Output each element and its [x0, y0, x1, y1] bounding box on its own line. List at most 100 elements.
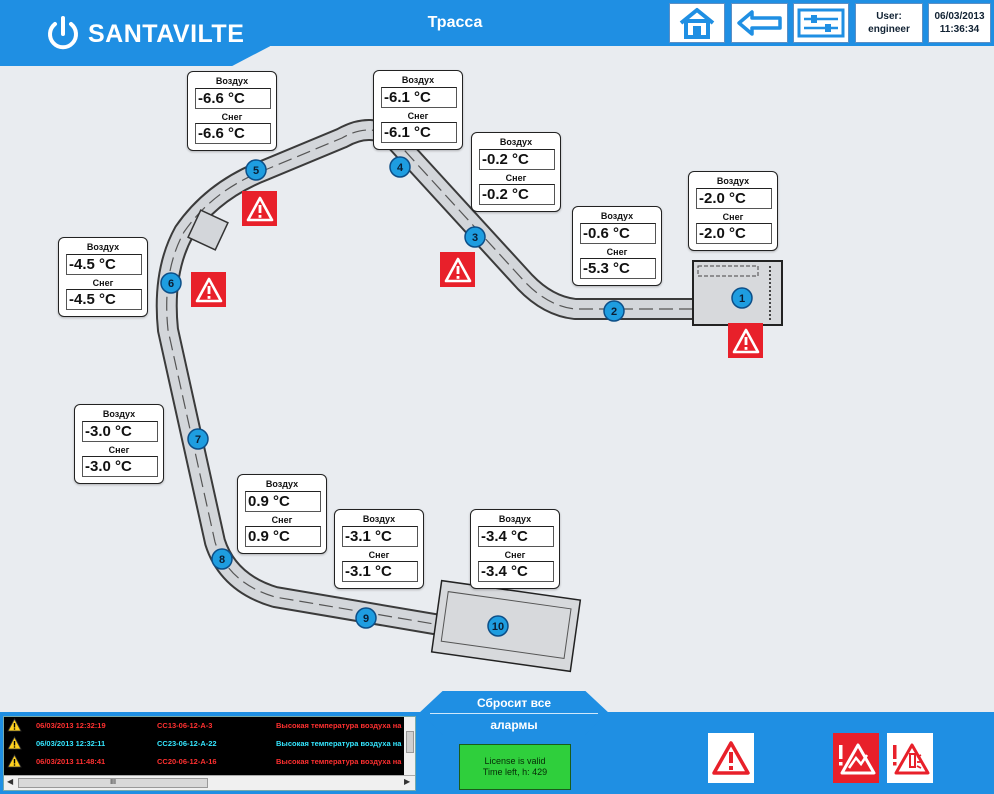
air-temp: -0.6 °C [580, 223, 656, 244]
heater-fault-button[interactable] [887, 733, 933, 783]
air-temp: -3.0 °C [82, 421, 158, 442]
snow-label: Снег [505, 173, 527, 183]
snow-temp: -6.6 °C [195, 123, 271, 144]
air-label: Воздух [362, 514, 396, 524]
sensor-card-8[interactable]: Воздух 0.9 °C Снег 0.9 °C [237, 474, 327, 554]
warning-triangle-icon [712, 741, 750, 775]
snow-temp: -3.4 °C [478, 561, 554, 582]
sensor-card-1[interactable]: Воздух -2.0 °C Снег -2.0 °C [688, 171, 778, 251]
alarms-button[interactable] [708, 733, 754, 783]
node-8[interactable]: 8 [211, 548, 233, 570]
settings-button[interactable] [793, 3, 849, 43]
snow-temp: 0.9 °C [245, 526, 321, 547]
air-temp: -3.4 °C [478, 526, 554, 547]
horizontal-scroll-thumb[interactable]: III [18, 778, 208, 788]
node-10[interactable]: 10 [487, 615, 509, 637]
node-1[interactable]: 1 [731, 287, 753, 309]
svg-text:10: 10 [492, 621, 504, 633]
snow-temp: -2.0 °C [696, 223, 772, 244]
air-temp: -6.1 °C [381, 87, 457, 108]
alarm-node-3[interactable] [440, 252, 475, 287]
log-tag: CC20-06-12-A-16 [157, 757, 217, 766]
sensor-card-5[interactable]: Воздух -6.6 °C Снег -6.6 °C [187, 71, 277, 151]
reset-divider [430, 713, 598, 714]
vertical-scroll-thumb[interactable] [406, 731, 414, 753]
node-5[interactable]: 5 [245, 159, 267, 181]
license-status: License is valid Time left, h: 429 [459, 744, 571, 790]
current-time: 11:36:34 [939, 24, 980, 35]
snow-label: Снег [407, 111, 429, 121]
log-message: Высокая температура воздуха на [276, 757, 402, 766]
alarm-node-6[interactable] [191, 272, 226, 307]
log-vertical-scrollbar[interactable] [404, 717, 415, 775]
node-3[interactable]: 3 [464, 226, 486, 248]
sensor-card-10[interactable]: Воздух -3.4 °C Снег -3.4 °C [470, 509, 560, 589]
node-7[interactable]: 7 [187, 428, 209, 450]
warning-triangle-icon [732, 328, 759, 353]
sensor-card-9[interactable]: Воздух -3.1 °C Снег -3.1 °C [334, 509, 424, 589]
warning-triangle-icon [7, 754, 22, 768]
node-2[interactable]: 2 [603, 300, 625, 322]
air-label: Воздух [86, 242, 120, 252]
alarm-node-5[interactable] [242, 191, 277, 226]
sensor-card-2[interactable]: Воздух -0.6 °C Снег -5.3 °C [572, 206, 662, 286]
sensor-fault-icon [839, 743, 876, 775]
log-message: Высокая температура воздуха на [276, 721, 402, 730]
warning-triangle-icon [195, 277, 222, 302]
air-label: Воздух [600, 211, 634, 221]
svg-text:8: 8 [219, 554, 225, 566]
brand-name: SANTAVILTE [88, 19, 245, 48]
datetime-display: 06/03/2013 11:36:34 [928, 3, 991, 43]
air-label: Воздух [498, 514, 532, 524]
log-horizontal-scrollbar[interactable]: ◀ III ▶ [4, 775, 415, 790]
svg-text:3: 3 [472, 232, 478, 244]
snow-label: Снег [221, 112, 243, 122]
log-tag: CC13-06-12-A-3 [157, 721, 213, 730]
home-button[interactable] [669, 3, 725, 43]
svg-text:4: 4 [397, 162, 404, 174]
node-4[interactable]: 4 [389, 156, 411, 178]
sensor-card-3[interactable]: Воздух -0.2 °C Снег -0.2 °C [471, 132, 561, 212]
warning-triangle-icon [246, 196, 273, 221]
air-label: Воздух [215, 76, 249, 86]
user-name: engineer [868, 24, 910, 35]
sensor-card-4[interactable]: Воздух -6.1 °C Снег -6.1 °C [373, 70, 463, 150]
back-button[interactable] [731, 3, 788, 43]
reset-alarms-label: алармы [490, 718, 538, 732]
home-icon [679, 8, 715, 39]
scroll-right-icon[interactable]: ▶ [404, 777, 410, 786]
snow-temp: -3.0 °C [82, 456, 158, 477]
node-6[interactable]: 6 [160, 272, 182, 294]
air-temp: -3.1 °C [342, 526, 418, 547]
alarm-log[interactable]: 06/03/2013 12:32:19 CC13-06-12-A-3 Высок… [3, 716, 416, 791]
page-title: Трасса [427, 14, 483, 31]
user-label: User: [876, 11, 902, 22]
air-temp: -4.5 °C [66, 254, 142, 275]
air-temp: 0.9 °C [245, 491, 321, 512]
svg-text:7: 7 [195, 434, 201, 446]
sensor-card-7[interactable]: Воздух -3.0 °C Снег -3.0 °C [74, 404, 164, 484]
svg-text:2: 2 [611, 306, 617, 318]
sensor-card-6[interactable]: Воздух -4.5 °C Снег -4.5 °C [58, 237, 148, 317]
node-9[interactable]: 9 [355, 607, 377, 629]
log-row[interactable]: 06/03/2013 12:32:11 CC23-06-12-A-22 Высо… [4, 735, 404, 752]
snow-label: Снег [92, 278, 114, 288]
scroll-left-icon[interactable]: ◀ [7, 777, 13, 786]
snow-temp: -3.1 °C [342, 561, 418, 582]
snow-temp: -5.3 °C [580, 258, 656, 279]
log-row[interactable]: 06/03/2013 11:48:41 CC20-06-12-A-16 Высо… [4, 753, 404, 770]
sensor-fault-button[interactable] [833, 733, 879, 783]
snow-label: Снег [504, 550, 526, 560]
snow-label: Снег [722, 212, 744, 222]
log-row[interactable]: 06/03/2013 12:32:19 CC13-06-12-A-3 Высок… [4, 717, 404, 734]
svg-text:6: 6 [168, 278, 174, 290]
alarm-node-1[interactable] [728, 323, 763, 358]
air-temp: -2.0 °C [696, 188, 772, 209]
user-info[interactable]: User: engineer [855, 3, 923, 43]
current-date: 06/03/2013 [934, 11, 985, 22]
reset-all-label: Сбросит все [476, 696, 552, 710]
log-tag: CC23-06-12-A-22 [157, 739, 217, 748]
snow-label: Снег [108, 445, 130, 455]
snow-label: Снег [606, 247, 628, 257]
svg-text:9: 9 [363, 613, 369, 625]
